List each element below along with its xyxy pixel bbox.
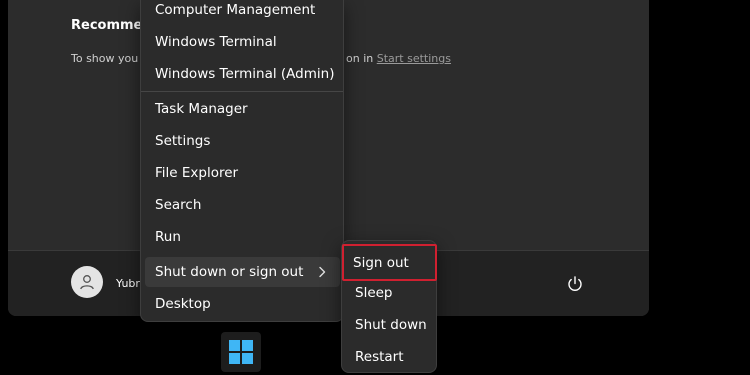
- submenu-item-sign-out[interactable]: Sign out: [342, 244, 437, 281]
- submenu-item-sleep[interactable]: Sleep: [346, 278, 432, 308]
- power-button[interactable]: [564, 273, 586, 295]
- start-button[interactable]: [221, 332, 261, 372]
- user-icon: [80, 275, 94, 290]
- shut-down-submenu: Sign out Sleep Shut down Restart: [341, 240, 437, 373]
- menu-item-file-explorer[interactable]: File Explorer: [145, 158, 340, 188]
- user-name[interactable]: Yubr: [116, 277, 140, 290]
- quick-link-context-menu: Computer Management Windows Terminal Win…: [140, 0, 344, 322]
- recommended-hint-text: To show you: [71, 52, 139, 65]
- menu-separator: [141, 91, 343, 92]
- recommended-hint-tail: on in Start settings: [346, 52, 451, 65]
- menu-item-label: Shut down or sign out: [155, 264, 304, 280]
- menu-item-computer-management[interactable]: Computer Management: [145, 0, 340, 25]
- menu-item-desktop[interactable]: Desktop: [145, 289, 340, 319]
- menu-item-settings[interactable]: Settings: [145, 126, 340, 156]
- menu-item-run[interactable]: Run: [145, 222, 340, 252]
- chevron-right-icon: [319, 266, 326, 278]
- windows-logo-icon: [229, 340, 253, 364]
- menu-item-search[interactable]: Search: [145, 190, 340, 220]
- submenu-item-restart[interactable]: Restart: [346, 342, 432, 372]
- power-icon: [568, 276, 582, 291]
- user-avatar[interactable]: [71, 266, 103, 298]
- menu-item-windows-terminal[interactable]: Windows Terminal: [145, 27, 340, 57]
- recommended-hint-suffix: on in: [346, 52, 374, 65]
- menu-item-task-manager[interactable]: Task Manager: [145, 94, 340, 124]
- menu-item-shut-down-or-sign-out[interactable]: Shut down or sign out: [145, 257, 340, 287]
- menu-item-windows-terminal-admin[interactable]: Windows Terminal (Admin): [145, 59, 340, 89]
- start-settings-link[interactable]: Start settings: [377, 52, 451, 65]
- submenu-item-shut-down[interactable]: Shut down: [346, 310, 432, 340]
